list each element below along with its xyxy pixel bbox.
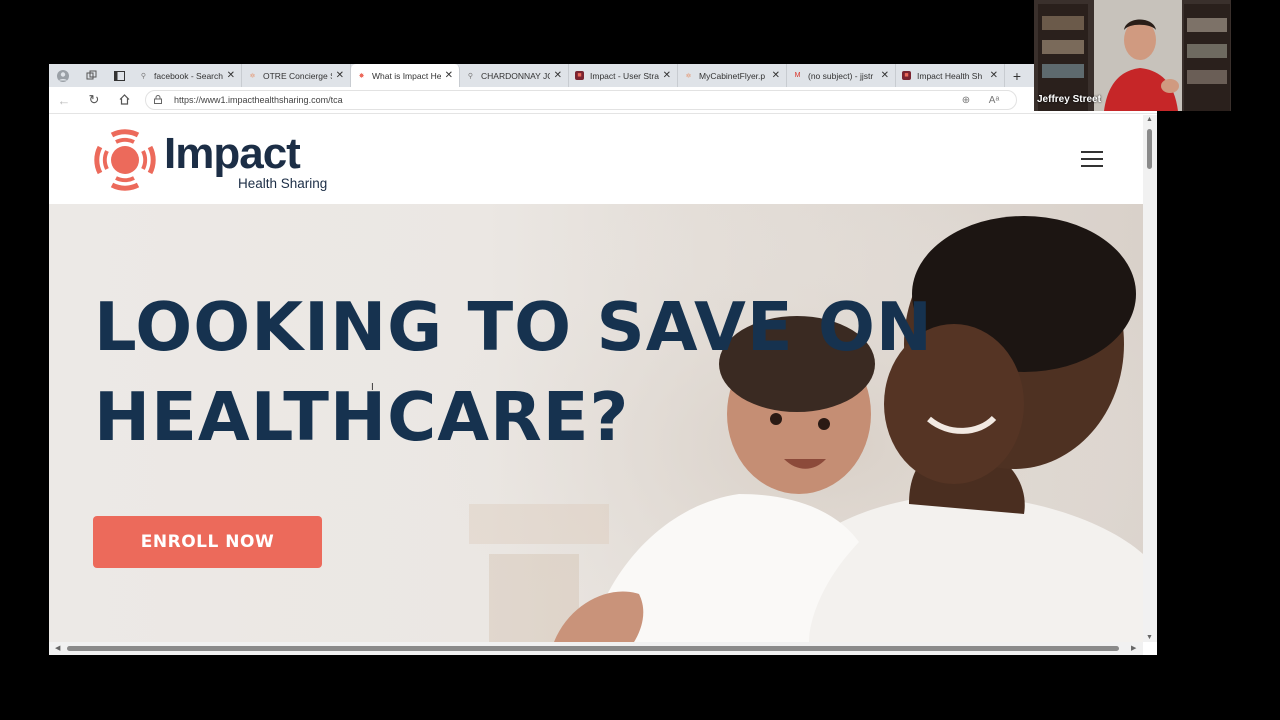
new-tab-button[interactable]: + <box>1005 68 1029 84</box>
tab-title: facebook - Search <box>154 70 223 81</box>
impact-icon: ✸ <box>358 72 365 80</box>
scroll-down-icon[interactable]: ▼ <box>1146 634 1153 641</box>
impact-logo[interactable]: Impact Health Sharing <box>92 125 352 195</box>
participant-name: Jeffrey Street <box>1037 94 1101 105</box>
search-icon: ⚲ <box>467 72 474 80</box>
text-cursor-icon: I <box>371 382 374 393</box>
lock-icon[interactable] <box>154 94 168 106</box>
browser-tab[interactable]: ■ Impact Health Sh ✕ <box>896 64 1005 87</box>
site-header: Impact Health Sharing <box>49 115 1143 204</box>
browser-tab[interactable]: ⚛ MyCabinetFlyer.p ✕ <box>678 64 787 87</box>
close-tab-icon[interactable]: ✕ <box>227 70 235 81</box>
search-icon: ⚲ <box>140 72 147 80</box>
navigation-bar: ← ↻ https://www1.impacthealthsharing.com… <box>49 87 1157 114</box>
scroll-right-icon[interactable]: ▶ <box>1131 644 1136 652</box>
tab-title: Impact Health Sh <box>917 70 983 81</box>
app-icon: ■ <box>575 71 584 80</box>
web-page: Impact Health Sharing LOOKING TO SAVE ON… <box>49 115 1143 642</box>
tab-title: CHARDONNAY JC <box>481 70 550 81</box>
close-tab-icon[interactable]: ✕ <box>554 70 562 81</box>
close-tab-icon[interactable]: ✕ <box>881 70 889 81</box>
logo-wordmark: Impact <box>164 129 301 178</box>
app-icon: ■ <box>902 71 911 80</box>
hubspot-icon: ⚛ <box>685 72 692 80</box>
tab-title: (no subject) - jjstr <box>808 70 874 81</box>
impact-logo-mark <box>94 129 156 191</box>
reload-icon[interactable]: ↻ <box>79 92 109 108</box>
hubspot-icon: ⚛ <box>249 72 256 80</box>
scroll-left-icon[interactable]: ◀ <box>55 644 60 652</box>
hero-banner: LOOKING TO SAVE ON HEALTHCARE? ENROLL NO… <box>49 204 1143 642</box>
tab-title: MyCabinetFlyer.p <box>699 70 766 81</box>
profile-icon[interactable] <box>49 64 77 87</box>
vertical-scroll-thumb[interactable] <box>1147 129 1152 169</box>
browser-tab[interactable]: ⚲ CHARDONNAY JC ✕ <box>460 64 569 87</box>
back-icon[interactable]: ← <box>49 93 79 108</box>
workspaces-icon[interactable] <box>77 64 105 87</box>
read-aloud-icon[interactable]: Aᵃ <box>980 95 1008 106</box>
browser-window: ⚲ facebook - Search ✕ ⚛ OTRE Concierge S ✕ ✸ Wh… <box>49 64 1157 655</box>
close-tab-icon[interactable]: ✕ <box>445 70 453 81</box>
tab-strip: ⚲ facebook - Search ✕ ⚛ OTRE Concierge S ✕ ✸ Wh… <box>49 64 1157 87</box>
close-tab-icon[interactable]: ✕ <box>990 70 998 81</box>
gmail-icon: M <box>794 72 801 79</box>
tab-title: Impact - User Stra <box>590 70 659 81</box>
browser-tab[interactable]: ⚲ facebook - Search ✕ <box>133 64 242 87</box>
browser-tab[interactable]: ⚛ OTRE Concierge S ✕ <box>242 64 351 87</box>
horizontal-scrollbar[interactable]: ◀ ▶ <box>49 642 1143 655</box>
logo-subtitle: Health Sharing <box>238 176 328 191</box>
tab-title: What is Impact He <box>372 70 441 81</box>
vertical-scrollbar[interactable]: ▲ ▼ <box>1143 115 1157 642</box>
tab-title: OTRE Concierge S <box>263 70 332 81</box>
tab-actions-icon[interactable] <box>105 64 133 87</box>
home-icon[interactable] <box>109 93 139 108</box>
browser-tab[interactable]: M (no subject) - jjstr ✕ <box>787 64 896 87</box>
horizontal-scroll-thumb[interactable] <box>67 646 1119 651</box>
close-tab-icon[interactable]: ✕ <box>336 70 344 81</box>
close-tab-icon[interactable]: ✕ <box>772 70 780 81</box>
enroll-now-button[interactable]: ENROLL NOW <box>93 516 322 568</box>
address-bar[interactable]: https://www1.impacthealthsharing.com/tca… <box>145 90 1017 110</box>
close-tab-icon[interactable]: ✕ <box>663 70 671 81</box>
menu-icon[interactable] <box>1081 151 1103 169</box>
zoom-icon[interactable]: ⊕ <box>952 95 980 106</box>
webcam-overlay: Jeffrey Street <box>1034 0 1231 111</box>
browser-tab[interactable]: ✸ What is Impact He ✕ <box>351 64 460 87</box>
hero-heading: LOOKING TO SAVE ON HEALTHCARE? <box>94 288 933 456</box>
scroll-up-icon[interactable]: ▲ <box>1146 116 1153 123</box>
url-text[interactable]: https://www1.impacthealthsharing.com/tca <box>174 95 952 105</box>
browser-tab[interactable]: ■ Impact - User Stra ✕ <box>569 64 678 87</box>
